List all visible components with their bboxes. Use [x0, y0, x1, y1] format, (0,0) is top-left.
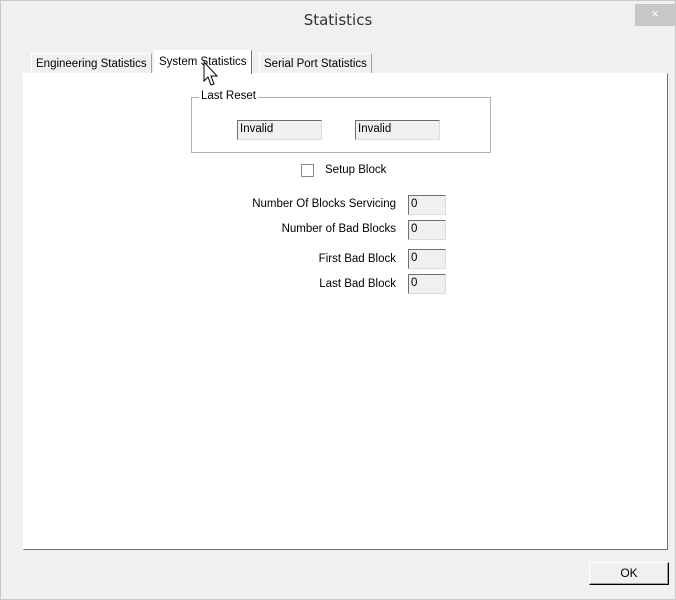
stat-label-bad-blocks: Number of Bad Blocks [281, 223, 396, 235]
stat-label-blocks-servicing: Number Of Blocks Servicing [252, 198, 396, 210]
last-reset-field-2: Invalid [355, 120, 440, 140]
tab-serial-port-statistics[interactable]: Serial Port Statistics [259, 53, 372, 73]
stat-value-blocks-servicing: 0 [408, 195, 446, 215]
stat-value-last-bad-block: 0 [408, 274, 446, 294]
ok-button[interactable]: OK [589, 562, 669, 585]
last-reset-field-1: Invalid [237, 120, 322, 140]
tab-label: Engineering Statistics [36, 58, 147, 70]
stat-label-last-bad-block: Last Bad Block [319, 278, 396, 290]
setup-block-label: Setup Block [325, 164, 387, 176]
tab-engineering-statistics[interactable]: Engineering Statistics [31, 53, 152, 73]
mouse-pointer-icon [203, 61, 219, 86]
window-title: Statistics [303, 11, 373, 29]
statistics-window: Statistics × Engineering Statistics Syst… [0, 0, 676, 600]
last-reset-label: Last Reset [199, 90, 258, 102]
stat-value-first-bad-block: 0 [408, 249, 446, 269]
last-reset-group [191, 97, 491, 153]
setup-block-checkbox[interactable] [301, 164, 314, 177]
close-button[interactable]: × [635, 4, 675, 26]
title-bar: Statistics × [1, 1, 675, 41]
stat-label-first-bad-block: First Bad Block [318, 253, 396, 265]
stat-value-bad-blocks: 0 [408, 220, 446, 240]
close-icon: × [651, 6, 659, 21]
tab-label: Serial Port Statistics [264, 58, 367, 70]
